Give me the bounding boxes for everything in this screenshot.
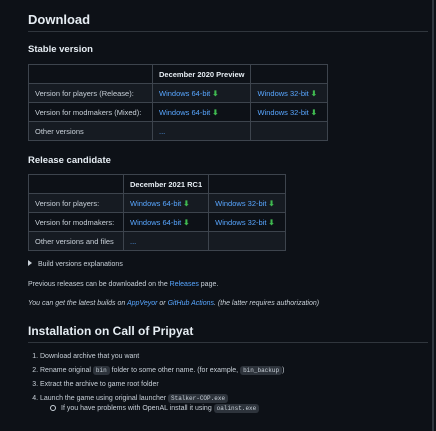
- download-icon[interactable]: ⬇: [268, 218, 274, 227]
- text-segment: or: [157, 300, 168, 307]
- table-row: Version for players: Windows 64-bit ⬇ Win…: [28, 193, 287, 213]
- download-icon[interactable]: ⬇: [212, 89, 218, 98]
- download-icon[interactable]: ⬇: [183, 218, 189, 227]
- step-text: Extract the archive to game root folder: [40, 381, 159, 388]
- windows-32-bit-link[interactable]: Windows 32-bit: [257, 89, 308, 98]
- text-segment: You can get the latest builds on: [28, 300, 127, 307]
- list-item: Download archive that you want: [40, 350, 284, 364]
- inline-code: bin_backup: [240, 366, 283, 375]
- windows-32-bit-link[interactable]: Windows 32-bit: [257, 108, 308, 117]
- table-header: December 2021 RC1: [122, 174, 210, 194]
- releases-link[interactable]: Releases: [170, 281, 199, 288]
- table-header-empty: [28, 64, 153, 84]
- github-actions-link[interactable]: GitHub Actions: [168, 300, 214, 307]
- release-candidate-heading: Release candidate: [28, 155, 111, 166]
- download-icon[interactable]: ⬇: [212, 108, 218, 117]
- other-versions-link[interactable]: ...: [130, 237, 136, 246]
- windows-32-bit-link[interactable]: Windows 32-bit: [215, 218, 266, 227]
- step-text: Download archive that you want: [40, 353, 140, 360]
- empty-cell: [208, 231, 287, 251]
- heading-divider: [28, 342, 428, 343]
- list-item: Rename original bin folder to some other…: [40, 364, 284, 378]
- row-label: Version for players (Release):: [28, 83, 153, 103]
- table-row: Version for modmakers: Windows 64-bit ⬇ W…: [28, 212, 287, 232]
- download-icon[interactable]: ⬇: [311, 108, 317, 117]
- details-summary[interactable]: Build versions explanations: [38, 261, 123, 268]
- previous-releases-text: Previous releases can be downloaded on t…: [28, 281, 218, 288]
- windows-64-bit-link[interactable]: Windows 64-bit: [130, 218, 181, 227]
- step-text: folder to some other name. (for example,: [109, 367, 241, 374]
- windows-64-bit-link[interactable]: Windows 64-bit: [130, 199, 181, 208]
- row-label: Other versions and files: [28, 231, 124, 251]
- empty-cell: [250, 121, 329, 141]
- download-icon[interactable]: ⬇: [183, 199, 189, 208]
- appveyor-link[interactable]: AppVeyor: [127, 300, 157, 307]
- other-versions-link[interactable]: ...: [159, 127, 165, 136]
- windows-64-bit-link[interactable]: Windows 64-bit: [159, 108, 210, 117]
- inline-code: oalinst.exe: [213, 404, 260, 413]
- windows-32-bit-link[interactable]: Windows 32-bit: [215, 199, 266, 208]
- row-label: Other versions: [28, 121, 153, 141]
- installation-steps: Download archive that you want Rename or…: [28, 350, 284, 406]
- step-text: If you have problems with OpenAL install…: [61, 405, 214, 412]
- step-text: ): [282, 367, 285, 374]
- disclosure-triangle-icon[interactable]: [28, 260, 32, 266]
- stable-version-heading: Stable version: [28, 44, 93, 55]
- list-item: Extract the archive to game root folder: [40, 378, 284, 392]
- inline-code: Stalker-COP.exe: [168, 394, 229, 403]
- table-row: Other versions ...: [28, 121, 329, 141]
- list-item: If you have problems with OpenAL install…: [50, 403, 260, 415]
- step-text: Launch the game using original launcher: [40, 395, 169, 402]
- table-row: Version for modmakers (Mixed): Windows 6…: [28, 102, 329, 122]
- inline-code: bin: [92, 366, 110, 375]
- text-segment: page.: [198, 281, 219, 288]
- table-header-empty: [250, 64, 329, 84]
- table-header-empty: [208, 174, 287, 194]
- row-label: Version for modmakers (Mixed):: [28, 102, 153, 122]
- table-row: Version for players (Release): Windows 6…: [28, 83, 329, 103]
- download-heading: Download: [28, 12, 91, 27]
- step-text: Rename original: [40, 367, 93, 374]
- release-candidate-table: December 2021 RC1 Version for players: W…: [28, 174, 287, 251]
- download-icon[interactable]: ⬇: [268, 199, 274, 208]
- text-segment: Previous releases can be downloaded on t…: [28, 281, 170, 288]
- bullet-circle-icon: [50, 405, 56, 412]
- row-label: Version for players:: [28, 193, 124, 213]
- text-segment: . (the latter requires authorization): [214, 300, 320, 307]
- row-label: Version for modmakers:: [28, 212, 124, 232]
- heading-divider: [28, 31, 428, 32]
- table-header: December 2020 Preview: [151, 64, 252, 84]
- download-icon[interactable]: ⬇: [311, 89, 317, 98]
- table-header-empty: [28, 174, 124, 194]
- stable-version-table: December 2020 Preview Version for player…: [28, 64, 329, 141]
- installation-substeps: If you have problems with OpenAL install…: [50, 403, 260, 415]
- build-versions-details[interactable]: Build versions explanations: [28, 260, 123, 268]
- table-row: Other versions and files ...: [28, 231, 287, 251]
- windows-64-bit-link[interactable]: Windows 64-bit: [159, 89, 210, 98]
- installation-heading: Installation on Call of Pripyat: [28, 324, 194, 338]
- latest-builds-text: You can get the latest builds on AppVeyo…: [28, 300, 319, 307]
